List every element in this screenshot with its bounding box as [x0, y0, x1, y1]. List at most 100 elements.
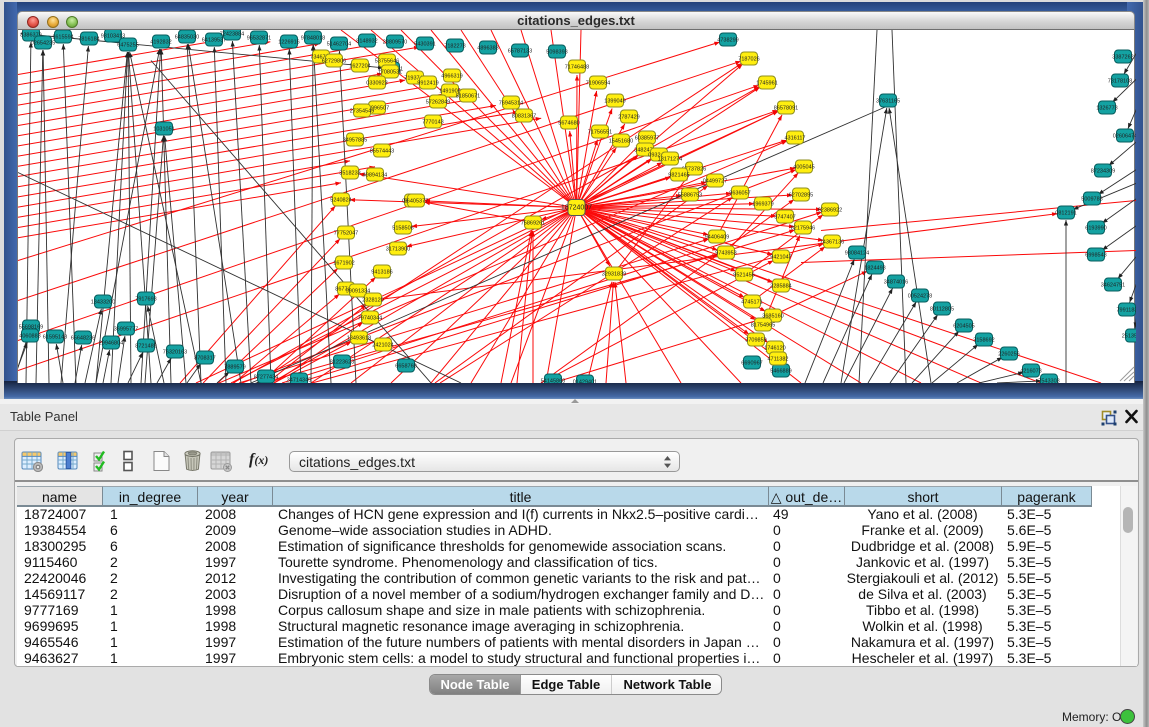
svg-text:13171274: 13171274: [658, 156, 682, 162]
svg-text:1969379: 1969379: [752, 201, 773, 207]
svg-text:62386922: 62386922: [818, 207, 842, 213]
svg-text:1627204: 1627204: [349, 63, 370, 69]
svg-text:6204505: 6204505: [953, 323, 974, 329]
svg-text:9521456: 9521456: [733, 272, 754, 278]
svg-text:1226916: 1226916: [278, 39, 299, 45]
svg-text:4060883: 4060883: [19, 333, 40, 339]
svg-text:34874016: 34874016: [884, 279, 908, 285]
svg-text:61595148: 61595148: [43, 334, 67, 340]
svg-text:7182278: 7182278: [444, 43, 465, 49]
svg-text:64139537: 64139537: [202, 37, 226, 43]
svg-text:3747407: 3747407: [774, 214, 795, 220]
svg-text:79740344: 79740344: [358, 315, 382, 321]
svg-text:7816184: 7816184: [78, 36, 99, 42]
svg-text:15451680: 15451680: [609, 138, 633, 144]
svg-text:4316117: 4316117: [784, 135, 805, 141]
svg-text:1399049: 1399049: [604, 98, 625, 104]
svg-text:34957885: 34957885: [343, 137, 367, 143]
svg-text:6690967: 6690967: [741, 360, 762, 366]
svg-text:49894134: 49894134: [363, 172, 387, 178]
svg-text:17080531: 17080531: [378, 69, 402, 75]
svg-text:76320163: 76320163: [163, 349, 187, 355]
svg-text:3709859: 3709859: [745, 337, 766, 343]
svg-text:1615594: 1615594: [52, 34, 73, 40]
svg-text:86578091: 86578091: [774, 105, 798, 111]
svg-text:4745171: 4745171: [741, 299, 762, 305]
svg-text:51462704: 51462704: [327, 41, 351, 47]
svg-text:64835030: 64835030: [175, 34, 199, 40]
svg-text:65648236: 65648236: [71, 335, 95, 341]
svg-text:4192832: 4192832: [150, 39, 171, 45]
svg-text:60385977: 60385977: [635, 135, 659, 141]
svg-text:34714345: 34714345: [287, 377, 311, 382]
svg-text:7889579: 7889579: [224, 364, 245, 370]
svg-text:37631165: 37631165: [876, 98, 900, 104]
svg-text:97848018: 97848018: [301, 35, 325, 41]
svg-text:4216073: 4216073: [1020, 368, 1041, 374]
svg-text:72423884: 72423884: [220, 31, 244, 37]
svg-text:00524278: 00524278: [908, 293, 932, 299]
svg-text:02606474: 02606474: [1113, 133, 1136, 139]
svg-text:73178108: 73178108: [1108, 78, 1132, 84]
svg-text:71746488: 71746488: [565, 64, 589, 70]
svg-text:8148932: 8148932: [356, 38, 377, 44]
svg-text:74367136: 74367136: [820, 239, 844, 245]
svg-text:5240824: 5240824: [330, 197, 351, 203]
svg-text:7187026: 7187026: [738, 56, 759, 62]
svg-text:4896383: 4896383: [477, 45, 498, 51]
svg-text:81754965: 81754965: [751, 322, 775, 328]
svg-text:94406409: 94406409: [705, 234, 729, 240]
svg-text:1746120: 1746120: [764, 345, 785, 351]
svg-text:80112805: 80112805: [930, 306, 954, 312]
svg-text:5009788: 5009788: [1081, 196, 1102, 202]
svg-text:62702895: 62702895: [789, 192, 813, 198]
svg-text:7543303: 7543303: [1038, 378, 1059, 382]
svg-text:3158692: 3158692: [973, 337, 994, 343]
svg-text:5466889: 5466889: [770, 368, 791, 374]
svg-text:71906594: 71906594: [586, 80, 610, 86]
svg-text:98084124: 98084124: [845, 250, 869, 256]
svg-text:85574443: 85574443: [370, 148, 394, 154]
svg-text:01429401: 01429401: [573, 379, 597, 382]
svg-text:5158506: 5158506: [392, 225, 413, 231]
svg-text:6658760: 6658760: [395, 363, 416, 369]
svg-text:81223623: 81223623: [330, 359, 354, 365]
svg-text:27354549: 27354549: [350, 108, 374, 114]
svg-text:65787133: 65787133: [508, 48, 532, 54]
svg-text:8721489: 8721489: [135, 343, 156, 349]
svg-text:9743953: 9743953: [715, 250, 736, 256]
svg-text:1745961: 1745961: [756, 80, 777, 86]
svg-text:04499727: 04499727: [703, 178, 727, 184]
svg-text:5674680: 5674680: [558, 120, 579, 126]
svg-text:1326773: 1326773: [1096, 105, 1117, 111]
svg-text:4005045: 4005045: [793, 164, 814, 170]
svg-text:6475255: 6475255: [117, 42, 138, 48]
svg-text:7991183: 7991183: [1116, 307, 1136, 313]
svg-text:29946804: 29946804: [99, 340, 123, 346]
svg-text:4711382: 4711382: [767, 356, 788, 362]
svg-text:3518233: 3518233: [339, 170, 360, 176]
svg-text:3387262: 3387262: [1112, 54, 1133, 60]
svg-text:6998543: 6998543: [1085, 252, 1106, 258]
svg-text:87234309: 87234309: [1091, 168, 1115, 174]
svg-text:6193990: 6193990: [1085, 225, 1106, 231]
svg-text:13433200: 13433200: [91, 299, 115, 305]
svg-text:28809570: 28809570: [383, 39, 407, 45]
svg-text:96405377: 96405377: [404, 198, 428, 204]
svg-text:9413186: 9413186: [371, 269, 392, 275]
svg-text:1031051: 1031051: [153, 126, 174, 132]
svg-text:2787429: 2787429: [618, 114, 639, 120]
svg-text:9912419: 9912419: [417, 80, 438, 86]
svg-text:8708317: 8708317: [194, 355, 215, 361]
svg-text:0330923: 0330923: [366, 80, 387, 86]
svg-text:9636057: 9636057: [729, 190, 750, 196]
svg-text:7770143: 7770143: [422, 119, 443, 125]
svg-text:31713900: 31713900: [386, 246, 410, 252]
svg-text:02654235: 02654235: [31, 40, 55, 46]
svg-text:4738299: 4738299: [717, 37, 738, 43]
svg-text:4966319: 4966319: [441, 73, 462, 79]
svg-text:7917693: 7917693: [135, 296, 156, 302]
svg-text:3285884: 3285884: [770, 283, 791, 289]
svg-text:53755646: 53755646: [375, 58, 399, 64]
svg-text:5098393: 5098393: [546, 49, 567, 55]
